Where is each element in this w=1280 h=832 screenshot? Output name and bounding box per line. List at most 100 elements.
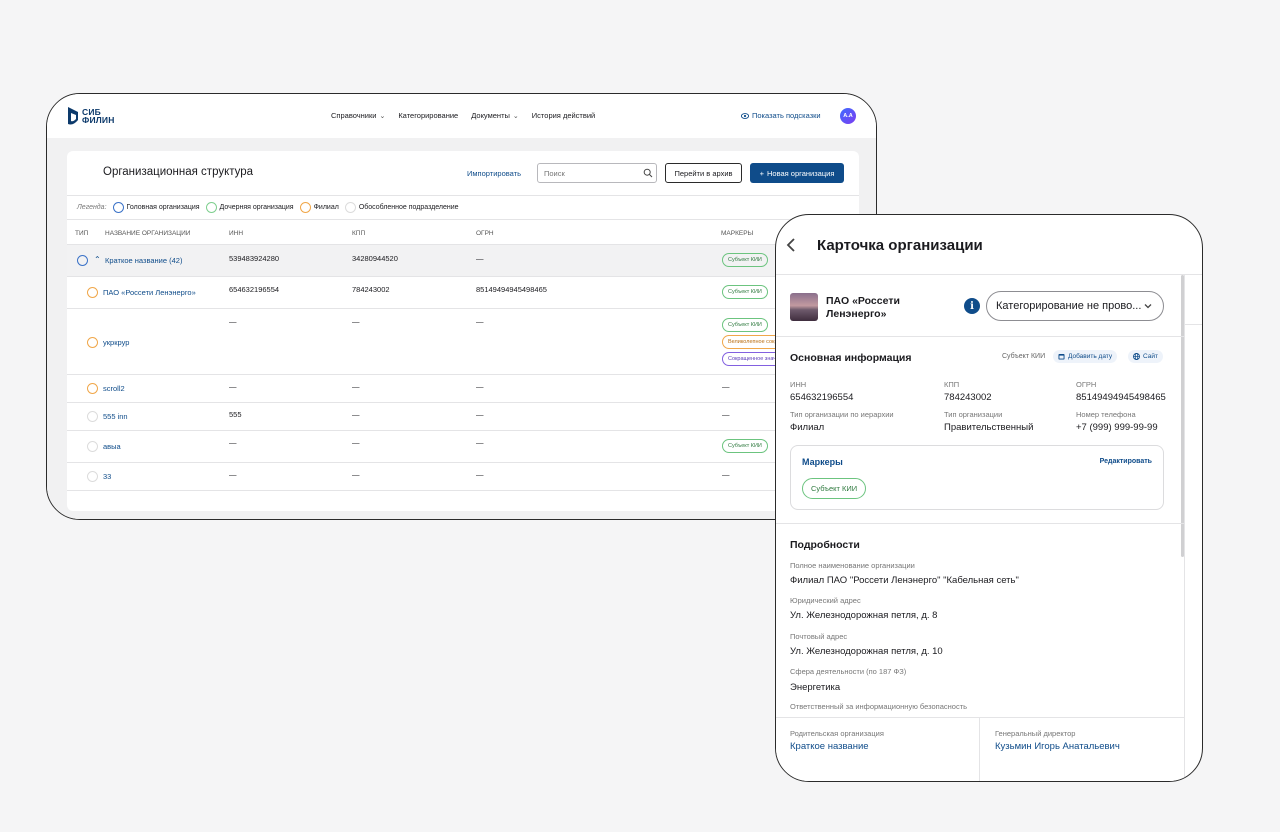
branch-icon <box>299 202 311 213</box>
col-inn: ИНН <box>229 230 244 237</box>
chevron-down-icon: ⌄ <box>512 112 519 120</box>
phone-label: Номер телефона <box>1076 410 1136 419</box>
org-card-window: Карточка организации ПАО «Россети Ленэне… <box>775 214 1203 782</box>
org-title: ПАО «Россети Ленэнерго» <box>826 295 900 320</box>
chevron-up-icon[interactable]: ⌃ <box>94 255 101 264</box>
parent-org-label: Родительская организация <box>790 729 884 738</box>
org-type-label: Тип организации <box>944 410 1003 419</box>
kii-label: Субъект КИИ <box>1002 353 1046 360</box>
page-title: Организационная структура <box>103 166 254 178</box>
nav-references[interactable]: Справочники ⌄ <box>331 111 385 120</box>
categorization-select[interactable]: Категорирование не прово... <box>986 291 1164 321</box>
director-link[interactable]: Кузьмин Игорь Анатальевич <box>995 741 1120 752</box>
separate-unit-icon <box>344 202 356 213</box>
child-org-icon <box>205 202 217 213</box>
archive-button[interactable]: Перейти в архив <box>665 163 742 183</box>
nav-categorization[interactable]: Категорирование <box>398 111 458 120</box>
kpp-value: 784243002 <box>944 392 992 403</box>
branch-icon <box>87 337 98 348</box>
edit-markers-link[interactable]: Редактировать <box>1100 458 1152 465</box>
search-icon[interactable] <box>643 168 653 178</box>
table-row-partial <box>67 490 859 511</box>
full-name-value: Филиал ПАО "Россети Ленэнерго" "Кабельна… <box>790 575 1019 586</box>
table-row[interactable]: укркрур — — — Субъект КИИ Великолепное с… <box>67 308 859 374</box>
table-header: Тип Название организации ИНН КПП ОГРН Ма… <box>67 222 859 244</box>
main-nav: Справочники ⌄ Категорирование Документы ⌄ … <box>331 111 595 120</box>
col-markers: Маркеры <box>721 230 754 237</box>
main-info-title: Основная информация <box>790 352 912 364</box>
legend-item-head: Головная организация <box>112 202 200 213</box>
legal-address-value: Ул. Железнодорожная петля, д. 8 <box>790 610 938 621</box>
col-ogrn: ОГРН <box>476 230 494 237</box>
postal-address-label: Почтовый адрес <box>790 632 848 641</box>
card-header: Карточка организации <box>776 215 1202 275</box>
owl-logo-icon <box>68 107 78 125</box>
parent-org-link[interactable]: Краткое название <box>790 741 869 752</box>
inn-value: 654632196554 <box>790 392 854 403</box>
marker-tag: Субъект КИИ <box>802 478 867 499</box>
col-kpp: КПП <box>352 230 366 237</box>
globe-icon <box>1133 353 1140 360</box>
import-link[interactable]: Импортировать <box>467 169 521 178</box>
table-row[interactable]: 33 — — — — <box>67 462 859 490</box>
avatar[interactable]: А.А <box>840 108 856 124</box>
new-org-button[interactable]: + Новая организация <box>750 163 844 183</box>
branch-icon <box>87 383 98 394</box>
markers-title: Маркеры <box>802 457 843 467</box>
info-icon[interactable]: i <box>964 298 980 314</box>
org-structure-panel: Организационная структура Импортировать … <box>67 151 859 511</box>
head-org-icon <box>77 255 88 266</box>
separate-unit-icon <box>87 441 98 452</box>
table-row[interactable]: scroll2 — — — — <box>67 374 859 402</box>
full-name-label: Полное наименование организации <box>790 561 915 570</box>
marker-tag: Субъект КИИ <box>722 285 768 299</box>
hierarchy-label: Тип организации по иерархии <box>790 410 894 419</box>
nav-history[interactable]: История действий <box>532 111 595 120</box>
separate-unit-icon <box>87 471 98 482</box>
table-row[interactable]: авыа — — — Субъект КИИ <box>67 430 859 462</box>
legend-item-child: Дочерняя организация <box>205 202 294 213</box>
top-navbar: СИБ ФИЛИН Справочники ⌄ Категорирование Д… <box>47 94 876 138</box>
org-image <box>790 293 818 321</box>
marker-tag: Субъект КИИ <box>722 253 768 267</box>
logo[interactable]: СИБ ФИЛИН <box>67 106 115 126</box>
ogrn-value: 85149494945498465 <box>1076 392 1166 403</box>
side-panel-edge <box>1184 275 1202 781</box>
marker-tag: Субъект КИИ <box>722 318 768 332</box>
eye-icon <box>741 112 749 119</box>
table-row[interactable]: ПАО «Россети Ленэнерго» 654632196554 784… <box>67 276 859 308</box>
marker-tag: Субъект КИИ <box>722 439 768 453</box>
org-structure-window: СИБ ФИЛИН Справочники ⌄ Категорирование Д… <box>46 93 877 520</box>
legend-item-separate: Обособленное подразделение <box>344 202 459 213</box>
table-row[interactable]: 555 inn 555 — — — <box>67 402 859 430</box>
inn-label: ИНН <box>790 380 807 389</box>
show-hints-link[interactable]: Показать подсказки <box>741 111 821 120</box>
chevron-down-icon <box>1144 304 1152 309</box>
card-body: ПАО «Россети Ленэнерго» i Категорировани… <box>776 275 1184 781</box>
hierarchy-value: Филиал <box>790 422 825 433</box>
search-input[interactable] <box>537 163 657 183</box>
sphere-value: Энергетика <box>790 682 841 693</box>
kpp-label: КПП <box>944 380 960 389</box>
add-date-button[interactable]: Добавить дату <box>1053 350 1118 363</box>
nav-documents[interactable]: Документы ⌄ <box>471 111 519 120</box>
org-header: ПАО «Россети Ленэнерго» i Категорировани… <box>776 275 1184 337</box>
site-button[interactable]: Сайт <box>1128 350 1163 363</box>
card-footer: Родительская организация Краткое названи… <box>776 717 1184 781</box>
legend-item-branch: Филиал <box>299 202 339 213</box>
col-type: Тип <box>75 230 89 237</box>
calendar-icon <box>1058 354 1065 360</box>
details-title: Подробности <box>790 539 860 551</box>
legal-address-label: Юридический адрес <box>790 596 861 605</box>
sphere-label: Сфера деятельности (по 187 ФЗ) <box>790 667 907 676</box>
table-row[interactable]: ⌃ Краткое название (42) 539483924280 342… <box>67 244 859 276</box>
legend-label: Легенда: <box>77 204 107 211</box>
phone-value: +7 (999) 999-99-99 <box>1076 422 1158 433</box>
chevron-left-icon[interactable] <box>784 237 798 253</box>
markers-box: Маркеры Редактировать Субъект КИИ <box>790 445 1164 510</box>
head-org-icon <box>112 202 124 213</box>
legend: Легенда: Головная организация Дочерняя о… <box>67 195 859 220</box>
postal-address-value: Ул. Железнодорожная петля, д. 10 <box>790 646 943 657</box>
org-type-value: Правительственный <box>944 422 1034 433</box>
separate-unit-icon <box>87 411 98 422</box>
